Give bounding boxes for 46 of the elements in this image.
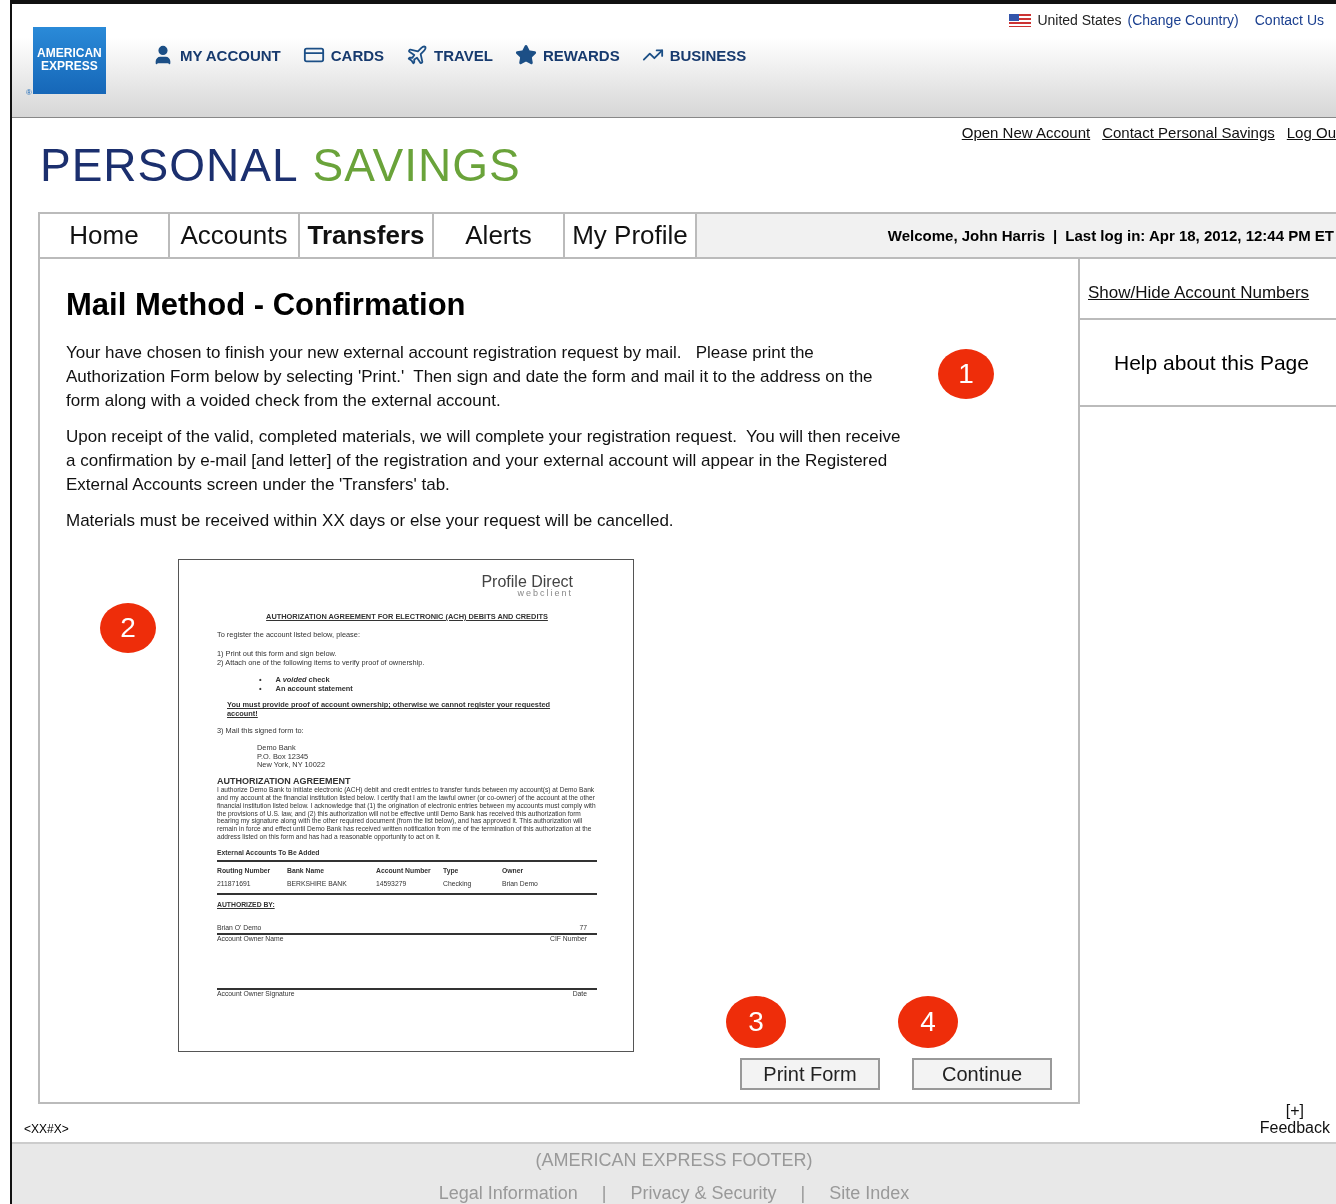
nav-item[interactable]: MY ACCOUNT bbox=[151, 44, 281, 67]
document-logo: Profile Direct bbox=[480, 573, 573, 589]
nav-item[interactable]: TRAVEL bbox=[406, 44, 493, 67]
document-subtitle: AUTHORIZATION AGREEMENT bbox=[217, 776, 352, 787]
separator: | bbox=[601, 1183, 607, 1204]
help-link[interactable]: Help about this Page bbox=[1080, 319, 1336, 407]
nav-item[interactable]: BUSINESS bbox=[641, 44, 747, 67]
page-code: <XX#X> bbox=[24, 1122, 69, 1136]
contact-us-link[interactable]: Contact Us bbox=[1254, 12, 1324, 28]
last-login-text: Last log in: Apr 18, 2012, 12:44 PM ET bbox=[1065, 226, 1334, 244]
nav-tab[interactable]: Home bbox=[40, 213, 170, 257]
action-button[interactable]: Print Form bbox=[740, 1058, 880, 1090]
page-heading: Mail Method - Confirmation bbox=[66, 286, 467, 323]
nav-item[interactable]: CARDS bbox=[302, 44, 385, 67]
number-badge: 3 bbox=[726, 996, 786, 1048]
logo[interactable]: AMERICAN EXPRESS bbox=[32, 26, 106, 94]
header-link[interactable]: Open New Account bbox=[961, 123, 1091, 141]
footer-title: (AMERICAN EXPRESS FOOTER) bbox=[535, 1150, 813, 1171]
change-country-link[interactable]: (Change Country) bbox=[1127, 12, 1239, 28]
country-label: United States bbox=[1037, 12, 1122, 28]
plane-icon bbox=[406, 44, 429, 67]
welcome-text: Welcome, John Harris bbox=[887, 226, 1046, 244]
brand-title: SAVINGS bbox=[312, 137, 521, 192]
toggle-link[interactable]: Show/Hide Account Numbers bbox=[1088, 282, 1310, 302]
feedback-link[interactable]: [+] Feedback bbox=[1259, 1102, 1330, 1136]
flag-icon bbox=[1009, 13, 1032, 27]
header-link[interactable]: Log Ou bbox=[1286, 123, 1336, 141]
nav-tab[interactable]: Transfers bbox=[300, 213, 434, 257]
document-logo-subtitle: webclient bbox=[516, 588, 573, 597]
paragraph: Materials must be received within XX days or else your request will be cancelled. bbox=[66, 509, 675, 532]
nav-tab[interactable]: Alerts bbox=[434, 213, 565, 257]
separator: | bbox=[1053, 226, 1058, 244]
header-link[interactable]: Contact Personal Savings bbox=[1102, 123, 1275, 141]
nav-item[interactable]: REWARDS bbox=[515, 44, 620, 67]
separator: | bbox=[800, 1183, 806, 1204]
nav-tab[interactable]: My Profile bbox=[565, 213, 697, 257]
paragraph: Upon receipt of the valid, completed materials, we will complete your registration request. You will then receive a confirmation by e-mail [and letter] of the registration and your external account will appear in the Registered External Accounts screen under the 'Transfers' tab. bbox=[66, 425, 902, 496]
paragraph: Your have chosen to finish your new external account registration request by mail. Please print the Authorization Form below by selecting 'Print.' Then sign and date the form and mail it to the address on the form along with a voided check from the external account. bbox=[66, 341, 874, 412]
number-badge: 4 bbox=[898, 996, 958, 1048]
action-button[interactable]: Continue bbox=[912, 1058, 1052, 1090]
number-badge: 2 bbox=[100, 602, 156, 653]
number-badge: 1 bbox=[938, 348, 994, 399]
nav-tab[interactable]: Accounts bbox=[170, 213, 300, 257]
star-icon bbox=[515, 44, 537, 67]
registered-mark: ® bbox=[26, 87, 32, 97]
brand-title: PERSONAL bbox=[40, 137, 299, 192]
